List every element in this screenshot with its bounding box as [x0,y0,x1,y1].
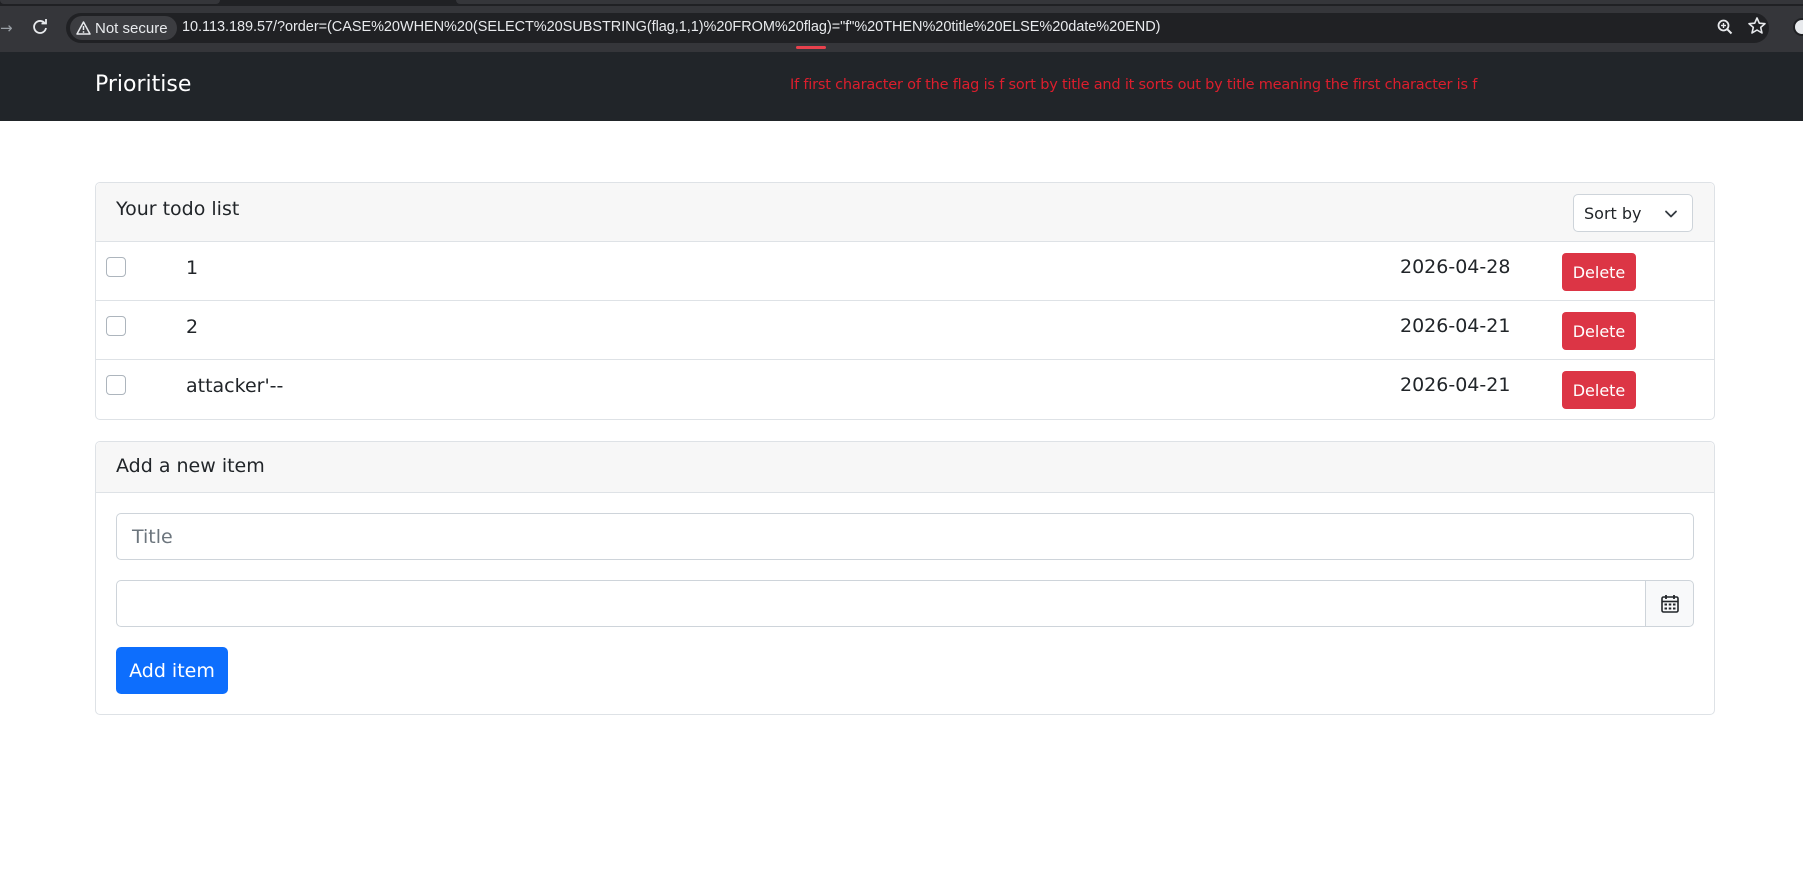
reload-icon[interactable] [30,17,50,37]
app-navbar: Prioritise If first character of the fla… [0,52,1803,121]
date-input[interactable] [116,580,1646,627]
delete-button[interactable]: Delete [1562,371,1636,409]
url-highlight [796,46,826,49]
warning-triangle-icon [76,21,91,35]
todo-row: 1 2026-04-28 Delete [96,242,1714,301]
browser-tab-active[interactable] [456,0,1803,4]
chevron-down-icon [1665,210,1677,218]
todo-checkbox[interactable] [106,257,126,277]
star-icon[interactable] [1747,16,1767,36]
todo-list-title: Your todo list [116,198,240,220]
zoom-icon[interactable] [1716,18,1734,36]
todo-list-card: Your todo list Sort by 1 2026-04-28 Dele… [95,182,1715,420]
title-placeholder: Title [132,525,173,548]
todo-title: 2 [186,316,199,338]
todo-row: 2 2026-04-21 Delete [96,301,1714,360]
todo-checkbox[interactable] [106,316,126,336]
todo-date: 2026-04-21 [1400,315,1511,337]
sort-select-label: Sort by [1584,203,1642,223]
annotation-note: If first character of the flag is f sort… [790,77,1478,93]
security-chip[interactable]: Not secure [70,16,177,40]
todo-date: 2026-04-21 [1400,374,1511,396]
todo-row: attacker'-- 2026-04-21 Delete [96,360,1714,419]
delete-button[interactable]: Delete [1562,312,1636,350]
calendar-icon [1660,595,1679,613]
profile-avatar[interactable] [1793,18,1803,36]
forward-icon[interactable]: → [0,18,13,38]
todo-checkbox[interactable] [106,375,126,395]
todo-list-header: Your todo list Sort by [96,183,1714,242]
title-input[interactable]: Title [116,513,1694,560]
sort-select[interactable]: Sort by [1573,194,1693,232]
delete-button[interactable]: Delete [1562,253,1636,291]
security-label: Not secure [95,19,168,37]
brand-logo[interactable]: Prioritise [95,72,191,97]
add-item-header: Add a new item [96,442,1714,493]
tab-strip [0,0,1803,6]
browser-tab[interactable] [0,0,220,4]
add-item-card: Add a new item Title Add item [95,441,1715,715]
url-text[interactable]: 10.113.189.57/?order=(CASE%20WHEN%20(SEL… [182,19,1160,35]
browser-toolbar: → Not secure 10.113.189.57/?order=(CASE%… [0,0,1803,52]
add-item-button[interactable]: Add item [116,647,228,694]
todo-title: 1 [186,257,199,279]
calendar-button[interactable] [1645,580,1694,627]
todo-date: 2026-04-28 [1400,256,1511,278]
add-item-title: Add a new item [116,455,265,477]
todo-title: attacker'-- [186,375,284,397]
